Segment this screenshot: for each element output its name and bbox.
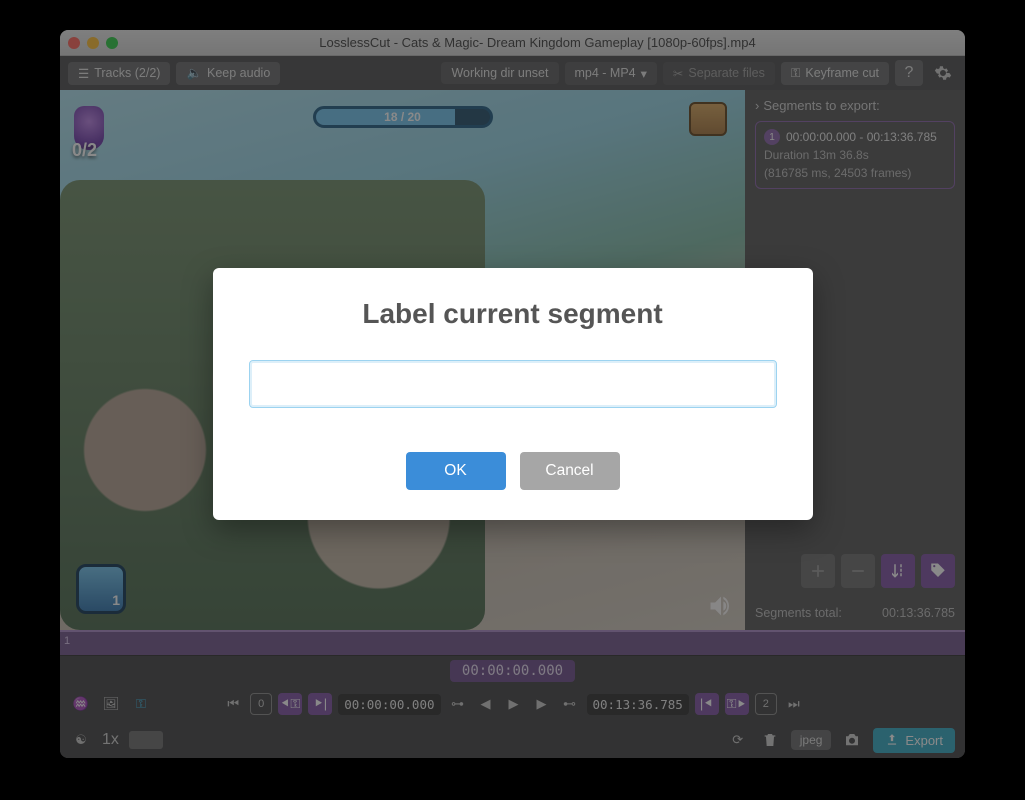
cancel-button[interactable]: Cancel: [520, 452, 620, 490]
segment-label-input[interactable]: [249, 360, 777, 408]
modal-overlay[interactable]: Label current segment OK Cancel: [60, 30, 965, 758]
label-segment-dialog: Label current segment OK Cancel: [213, 268, 813, 520]
app-window: LosslessCut - Cats & Magic- Dream Kingdo…: [60, 30, 965, 758]
dialog-title: Label current segment: [249, 298, 777, 330]
ok-button[interactable]: OK: [406, 452, 506, 490]
